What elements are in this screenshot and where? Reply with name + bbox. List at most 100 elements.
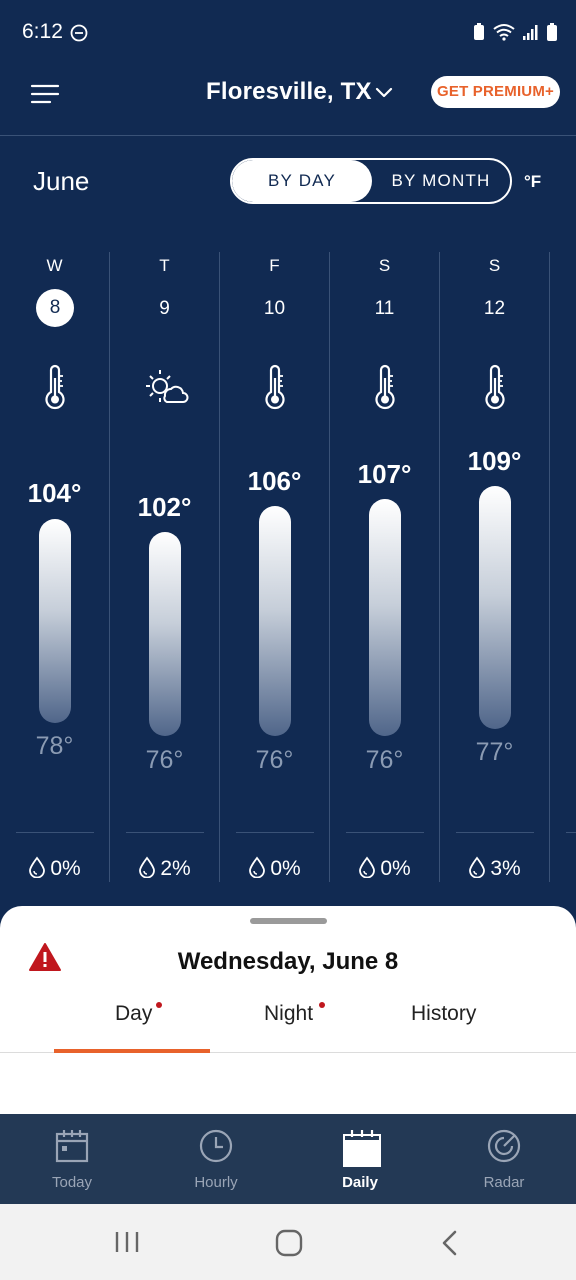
raindrop-icon [29, 856, 46, 879]
temperature-bar [479, 486, 511, 729]
tab-night-alert-dot [319, 1002, 325, 1008]
calendar-daily-icon [343, 1130, 381, 1167]
day-column[interactable]: S 11 107° 76° 0% [330, 252, 440, 882]
bottom-nav: Today Hourly Daily Radar [0, 1114, 576, 1204]
tab-history[interactable]: History [411, 1002, 476, 1026]
temperature-bar [149, 532, 181, 736]
raindrop-icon [249, 856, 266, 879]
calendar-today-icon [55, 1130, 89, 1163]
day-column[interactable]: S 12 109° 77° 3% [440, 252, 550, 882]
day-of-week: T [159, 256, 170, 275]
recent-apps-icon[interactable] [114, 1230, 140, 1254]
nav-label: Daily [342, 1174, 378, 1191]
day-column[interactable]: T 9 102° 76° 2% [110, 252, 220, 882]
date: 9 [159, 298, 170, 319]
low-temp: 76° [365, 746, 404, 774]
precip-value: 3% [490, 857, 521, 880]
sheet-drag-handle[interactable] [250, 918, 327, 924]
wifi-icon [493, 24, 515, 41]
back-icon[interactable] [440, 1230, 460, 1256]
date: 10 [263, 298, 286, 319]
low-temp: 76° [255, 746, 294, 774]
high-temp: 106° [247, 466, 302, 496]
selected-date-title: Wednesday, June 8 [177, 948, 399, 975]
radar-icon [487, 1129, 521, 1163]
divider [126, 832, 204, 833]
do-not-disturb-icon [70, 24, 88, 42]
home-icon[interactable] [275, 1229, 303, 1257]
nav-today[interactable]: Today [0, 1114, 144, 1204]
day-column-partial [550, 252, 576, 882]
view-toggle: BY DAY BY MONTH [230, 158, 512, 204]
raindrop-icon [359, 856, 376, 879]
day-of-week: S [378, 256, 391, 275]
low-temp: 78° [35, 732, 74, 760]
precip-chance: 2% [110, 856, 219, 881]
get-premium-button[interactable]: GET PREMIUM+ [431, 76, 560, 108]
nav-label: Hourly [194, 1174, 238, 1191]
precip-value: 0% [380, 857, 411, 880]
battery-saver-icon [474, 23, 484, 40]
temperature-bar [369, 499, 401, 736]
location-title[interactable]: Floresville, TX [206, 78, 372, 106]
status-time: 6:12 [22, 20, 63, 43]
thermometer-icon [375, 364, 395, 410]
thermometer-icon [265, 364, 285, 410]
day-of-week: S [488, 256, 501, 275]
signal-icon [523, 25, 538, 40]
month-label: June [33, 166, 90, 196]
low-temp: 76° [145, 746, 184, 774]
precip-chance: 3% [440, 856, 549, 881]
divider [566, 832, 576, 833]
temperature-bar [259, 506, 291, 736]
by-day-tab[interactable]: BY DAY [232, 160, 372, 202]
divider [16, 832, 94, 833]
high-temp: 104° [27, 478, 82, 508]
tab-day[interactable]: Day [115, 1002, 152, 1026]
day-of-week: W [46, 256, 63, 275]
precip-chance: 0% [330, 856, 439, 881]
divider [346, 832, 424, 833]
precip-chance: 0% [220, 856, 329, 881]
partly-cloudy-sun-icon [146, 370, 189, 403]
date: 12 [483, 298, 506, 319]
nav-hourly[interactable]: Hourly [144, 1114, 288, 1204]
tab-day-alert-dot [156, 1002, 162, 1008]
precip-value: 2% [160, 857, 191, 880]
date: 11 [374, 298, 395, 319]
day-of-week: F [269, 256, 280, 275]
nav-label: Today [51, 1174, 93, 1191]
high-temp: 102° [137, 492, 192, 522]
status-bar: 6:12 [0, 0, 576, 64]
thermometer-icon [485, 364, 505, 410]
raindrop-icon [139, 856, 156, 879]
date-selected: 8 [36, 289, 74, 327]
precip-value: 0% [50, 857, 81, 880]
day-column[interactable]: W 8 104° 78° 0% [0, 252, 110, 882]
divider [236, 832, 314, 833]
precip-value: 0% [270, 857, 301, 880]
temperature-bar [39, 519, 71, 723]
thermometer-icon [45, 364, 65, 410]
low-temp: 77° [475, 738, 514, 766]
precip-chance: 0% [0, 856, 109, 881]
nav-radar[interactable]: Radar [432, 1114, 576, 1204]
raindrop-icon [469, 856, 486, 879]
app-header: Floresville, TX GET PREMIUM+ [0, 64, 576, 136]
high-temp: 107° [357, 459, 412, 489]
divider [456, 832, 534, 833]
by-month-tab[interactable]: BY MONTH [372, 160, 510, 202]
nav-daily[interactable]: Daily [288, 1114, 432, 1204]
tab-night[interactable]: Night [264, 1002, 313, 1026]
day-column[interactable]: F 10 106° 76° 0% [220, 252, 330, 882]
status-icons [472, 22, 558, 42]
menu-icon[interactable] [30, 80, 60, 106]
clock-icon [199, 1129, 233, 1163]
chevron-down-icon[interactable] [374, 82, 394, 102]
battery-icon [547, 23, 557, 41]
nav-label: Radar [483, 1174, 525, 1191]
unit-toggle[interactable]: °F [524, 172, 541, 192]
system-nav-bar [0, 1204, 576, 1280]
details-sheet: Wednesday, June 8 Day Night History [0, 906, 576, 1116]
active-tab-indicator [54, 1049, 210, 1053]
